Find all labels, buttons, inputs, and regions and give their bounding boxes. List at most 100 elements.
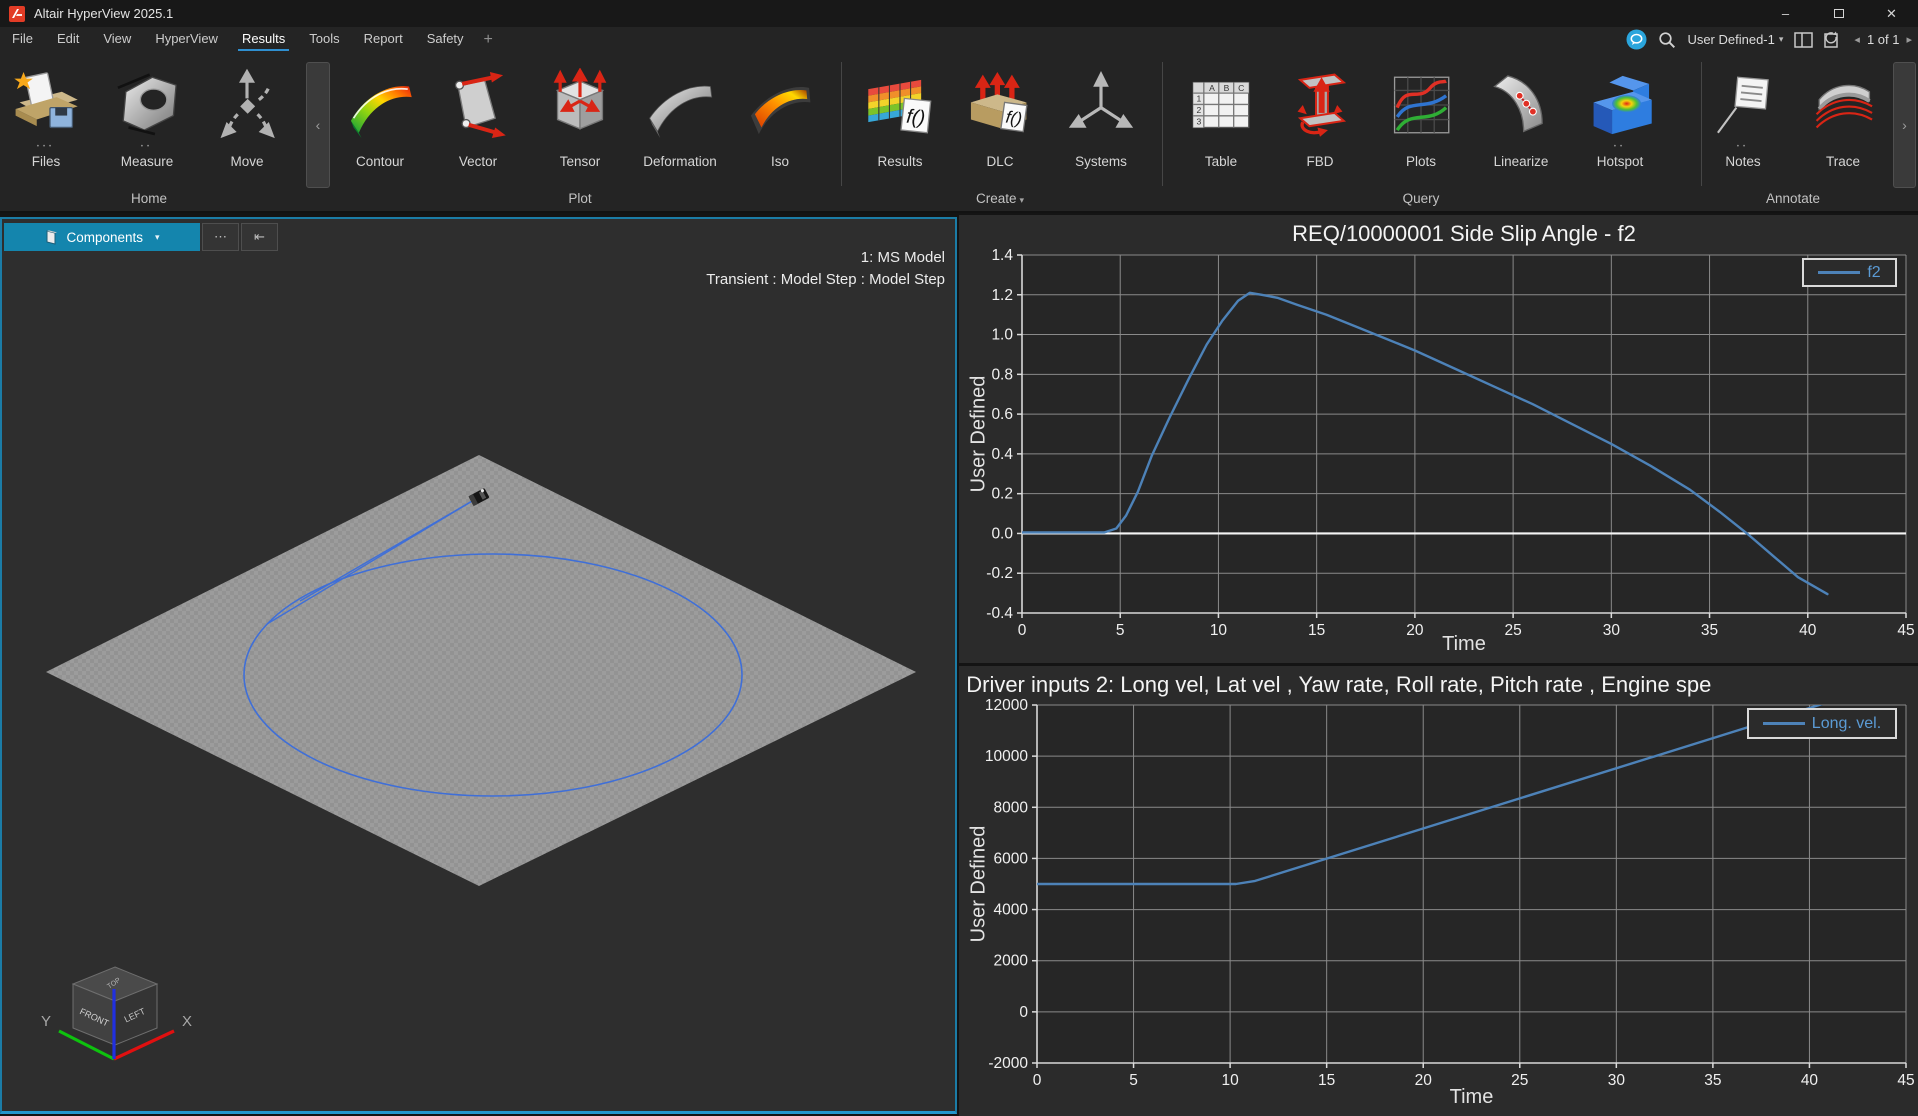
selector-more-button[interactable]: ⋯: [202, 223, 239, 251]
ribbon-expand-button[interactable]: ›: [1893, 62, 1916, 188]
ribbon-button-results[interactable]: f() Results: [855, 68, 945, 169]
ribbon-button-contour[interactable]: Contour: [335, 68, 425, 169]
ribbon-button-trace[interactable]: Trace: [1798, 68, 1888, 169]
ribbon-group-annotate: Annotate: [1765, 191, 1821, 206]
y-axis-label: User Defined: [967, 825, 990, 943]
ribbon-collapse-button[interactable]: ‹: [306, 62, 330, 188]
ribbon-divider: [1162, 62, 1163, 186]
road-surface[interactable]: [46, 455, 916, 886]
plots-icon: [1384, 68, 1458, 142]
menu-hyperview[interactable]: HyperView: [143, 27, 230, 52]
menu-file[interactable]: File: [0, 27, 45, 52]
measure-icon: [110, 68, 184, 142]
page-layout-button[interactable]: [1794, 27, 1814, 52]
chart-title: REQ/10000001 Side Slip Angle - f2: [1292, 221, 1636, 246]
menu-view[interactable]: View: [91, 27, 143, 52]
chart-legend[interactable]: Long. vel.: [1747, 708, 1897, 739]
table-icon: ABC 12 3: [1184, 68, 1258, 142]
vector-icon: [441, 68, 515, 142]
page-indicator: 1 of 1: [1866, 32, 1900, 47]
legend-line-swatch: [1818, 271, 1861, 274]
menu-results[interactable]: Results: [230, 27, 297, 52]
ribbon-button-linearize[interactable]: Linearize: [1476, 68, 1566, 169]
components-selector-button[interactable]: Components ▾: [4, 223, 200, 251]
menu-bar: File Edit View HyperView Results Tools R…: [0, 27, 1918, 52]
hotspot-options-dots[interactable]: ••: [1575, 142, 1665, 154]
measure-options-dots[interactable]: ••: [102, 142, 192, 154]
menu-safety[interactable]: Safety: [415, 27, 476, 52]
trace-icon: [1806, 68, 1880, 142]
files-options-dots[interactable]: •••: [1, 142, 91, 154]
ribbon-group-home: Home: [130, 191, 167, 206]
ribbon-button-fbd[interactable]: FBD: [1275, 68, 1365, 169]
svg-text:C: C: [1238, 83, 1244, 93]
model-viewport[interactable]: TOP FRONT LEFT Y X Components ▾ ⋯ ⇤ 1: M…: [0, 217, 957, 1114]
ribbon-button-move[interactable]: Move: [202, 68, 292, 169]
page-pager: ◂ 1 of 1 ▸: [1854, 32, 1912, 47]
chart-pane-side-slip: 0 5 10 15 20 25 30 35 40 45 -0.4 -0.2 0.0 0.2 0.4 0.6 0.…: [959, 215, 1918, 663]
ribbon-button-hotspot[interactable]: •• Hotspot: [1575, 68, 1665, 169]
legend-label: f2: [1867, 263, 1881, 281]
menu-report[interactable]: Report: [352, 27, 415, 52]
ribbon-button-dlc[interactable]: f() DLC: [955, 68, 1045, 169]
previous-page-icon[interactable]: ◂: [1854, 33, 1860, 46]
ribbon-group-create[interactable]: Create ▾: [930, 191, 1070, 206]
ribbon-button-deformation[interactable]: Deformation: [635, 68, 725, 169]
ribbon-button-measure[interactable]: •• Measure: [102, 68, 192, 169]
viewport-scene[interactable]: TOP FRONT LEFT Y X: [2, 219, 955, 1111]
profile-dropdown[interactable]: User Defined-1 ▾: [1687, 27, 1783, 52]
chevron-down-icon: ▾: [1778, 34, 1784, 44]
fbd-icon: [1283, 68, 1357, 142]
svg-text:1.4: 1.4: [991, 247, 1013, 264]
menu-edit[interactable]: Edit: [45, 27, 91, 52]
ribbon-toolbar: ••• Files •• Measure Move ‹ Contour Vect…: [0, 52, 1918, 213]
svg-text:B: B: [1224, 83, 1230, 93]
notes-options-dots[interactable]: ••: [1698, 142, 1788, 154]
svg-text:0: 0: [1019, 1004, 1028, 1021]
ribbon-button-systems[interactable]: Systems: [1056, 68, 1146, 169]
chart-pane-driver-inputs: 0 5 10 15 20 25 30 35 40 45 -2000 0 2000 4000 6000 8000…: [959, 666, 1918, 1116]
close-button[interactable]: ✕: [1865, 0, 1918, 27]
svg-text:0.8: 0.8: [991, 366, 1013, 383]
chevron-down-icon: ▾: [1019, 195, 1025, 205]
next-page-icon[interactable]: ▸: [1906, 33, 1912, 46]
minimize-button[interactable]: –: [1759, 0, 1812, 27]
svg-text:0.4: 0.4: [991, 446, 1013, 463]
go-to-first-button[interactable]: ⇤: [241, 223, 278, 251]
hotspot-icon: [1583, 68, 1657, 142]
side-slip-chart-plot[interactable]: 0 5 10 15 20 25 30 35 40 45-0.4-0.20.00.20.40.60.…: [959, 215, 1918, 663]
title-bar: Altair HyperView 2025.1 – ✕: [0, 0, 1918, 27]
svg-text:-2000: -2000: [988, 1055, 1028, 1072]
svg-text:f(): f(): [905, 106, 926, 130]
svg-text:6000: 6000: [994, 850, 1029, 867]
search-icon: [1659, 31, 1676, 48]
ribbon-button-vector[interactable]: Vector: [433, 68, 523, 169]
chart-legend[interactable]: f2: [1802, 258, 1897, 287]
chat-button[interactable]: [1626, 27, 1647, 52]
svg-text:0.0: 0.0: [991, 525, 1013, 542]
ribbon-button-plots[interactable]: Plots: [1376, 68, 1466, 169]
altair-logo-icon: [9, 5, 25, 22]
profile-label: User Defined-1: [1687, 32, 1775, 47]
contour-icon: [343, 68, 417, 142]
svg-text:-0.4: -0.4: [986, 605, 1013, 622]
svg-text:1.0: 1.0: [991, 327, 1013, 344]
maximize-button[interactable]: [1812, 0, 1865, 27]
ribbon-button-tensor[interactable]: Tensor: [535, 68, 625, 169]
svg-text:0.6: 0.6: [991, 406, 1013, 423]
model-step: Transient : Model Step : Model Step: [706, 271, 945, 288]
search-button[interactable]: [1658, 27, 1676, 52]
add-menu-button[interactable]: +: [476, 29, 501, 51]
menu-tools[interactable]: Tools: [297, 27, 351, 52]
ribbon-button-files[interactable]: ••• Files: [1, 68, 91, 169]
app-title: Altair HyperView 2025.1: [34, 6, 174, 21]
ribbon-button-iso[interactable]: Iso: [735, 68, 825, 169]
iso-icon: [743, 68, 817, 142]
ribbon-button-notes[interactable]: •• Notes: [1698, 68, 1788, 169]
maximize-icon: [1833, 9, 1844, 18]
svg-text:8000: 8000: [994, 799, 1029, 816]
legend-line-swatch: [1762, 722, 1805, 725]
ribbon-button-table[interactable]: ABC 123 Table: [1176, 68, 1266, 169]
axis-x-label: X: [182, 1013, 192, 1030]
export-page-button[interactable]: [1824, 27, 1843, 52]
